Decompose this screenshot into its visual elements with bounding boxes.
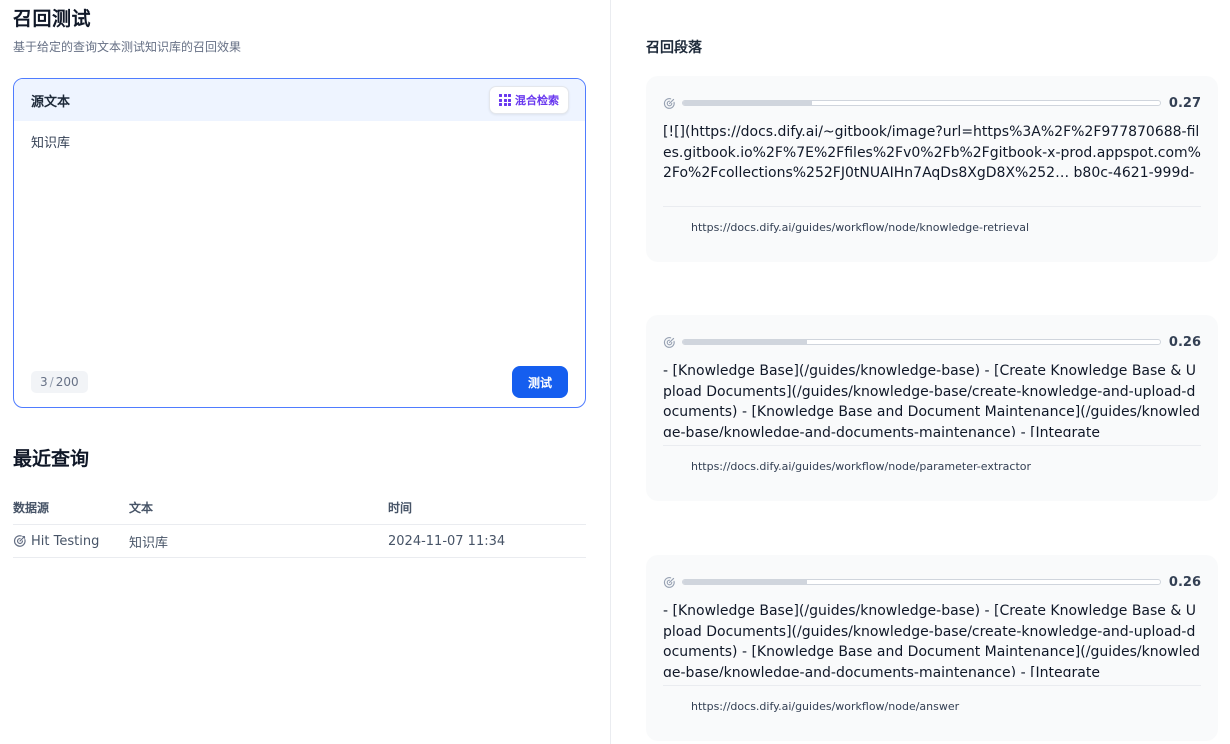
segment-source[interactable]: https://docs.dify.ai/guides/workflow/nod… [691,460,1031,473]
source-title: 源文本 [31,94,71,110]
segment-content: [![](https://docs.dify.ai/~gitbook/image… [663,124,1201,181]
result-card[interactable]: 0.26 - [Knowledge Base](/guides/knowledg… [646,555,1218,741]
grid-icon [499,94,511,106]
page-description: 基于给定的查询文本测试知识库的召回效果 [13,40,242,54]
score-bar [682,579,1161,585]
score-value: 0.27 [1168,95,1201,111]
char-count-current: 3 [40,375,48,389]
score-bar-fill [683,580,807,584]
result-card[interactable]: 0.26 - [Knowledge Base](/guides/knowledg… [646,315,1218,501]
result-card[interactable]: 0.27 [![](https://docs.dify.ai/~gitbook/… [646,76,1218,262]
char-count-badge: 3 / 200 [31,371,88,393]
score-bar [682,339,1161,345]
score-bar-fill [683,101,812,105]
divider [663,685,1201,686]
query-textarea[interactable]: 知识库 [14,121,585,351]
segment-source[interactable]: https://docs.dify.ai/guides/workflow/nod… [691,221,1029,234]
score-value: 0.26 [1168,574,1201,590]
score-bar-fill [683,340,807,344]
header-time: 时间 [388,500,413,515]
table-row[interactable]: Hit Testing 知识库 2024-11-07 11:34 [13,525,586,558]
segment-content: - [Knowledge Base](/guides/knowledge-bas… [663,363,1200,437]
hit-testing-panel: 召回测试 基于给定的查询文本测试知识库的召回效果 源文本 混合检索 知识库 3 … [0,0,611,744]
results-panel: 召回段落 0.27 [![](https://docs.dify.ai/~git… [612,0,1230,744]
retrieval-mode-label: 混合检索 [515,94,559,107]
target-icon [663,576,675,588]
divider [663,445,1201,446]
target-icon [663,97,675,109]
page-title: 召回测试 [13,8,92,30]
target-icon [663,336,675,348]
score-bar [682,100,1161,106]
segment-source[interactable]: https://docs.dify.ai/guides/workflow/nod… [691,700,959,713]
table-header: 数据源 文本 时间 [13,490,586,525]
source-header: 源文本 混合检索 [14,79,585,121]
row-source-cell: Hit Testing [13,534,129,549]
row-text: 知识库 [129,535,169,551]
score-row: 0.27 [663,95,1201,111]
score-value: 0.26 [1168,334,1201,350]
score-row: 0.26 [663,334,1201,350]
row-time: 2024-11-07 11:34 [388,533,506,549]
score-row: 0.26 [663,574,1201,590]
recent-queries-table: 数据源 文本 时间 Hit Testing 知识库 2024-11-07 11:… [13,490,586,558]
retrieval-mode-button[interactable]: 混合检索 [489,86,569,114]
source-text-box: 源文本 混合检索 知识库 3 / 200 测试 [13,78,586,408]
char-count-max: 200 [55,375,79,389]
results-title: 召回段落 [646,40,702,56]
recent-queries-title: 最近查询 [13,448,90,470]
segment-content: - [Knowledge Base](/guides/knowledge-bas… [663,603,1200,677]
test-button[interactable]: 测试 [512,366,568,398]
row-source: Hit Testing [31,533,100,549]
header-source: 数据源 [13,500,50,515]
target-icon [13,535,26,547]
divider [663,206,1201,207]
header-text: 文本 [129,500,154,515]
